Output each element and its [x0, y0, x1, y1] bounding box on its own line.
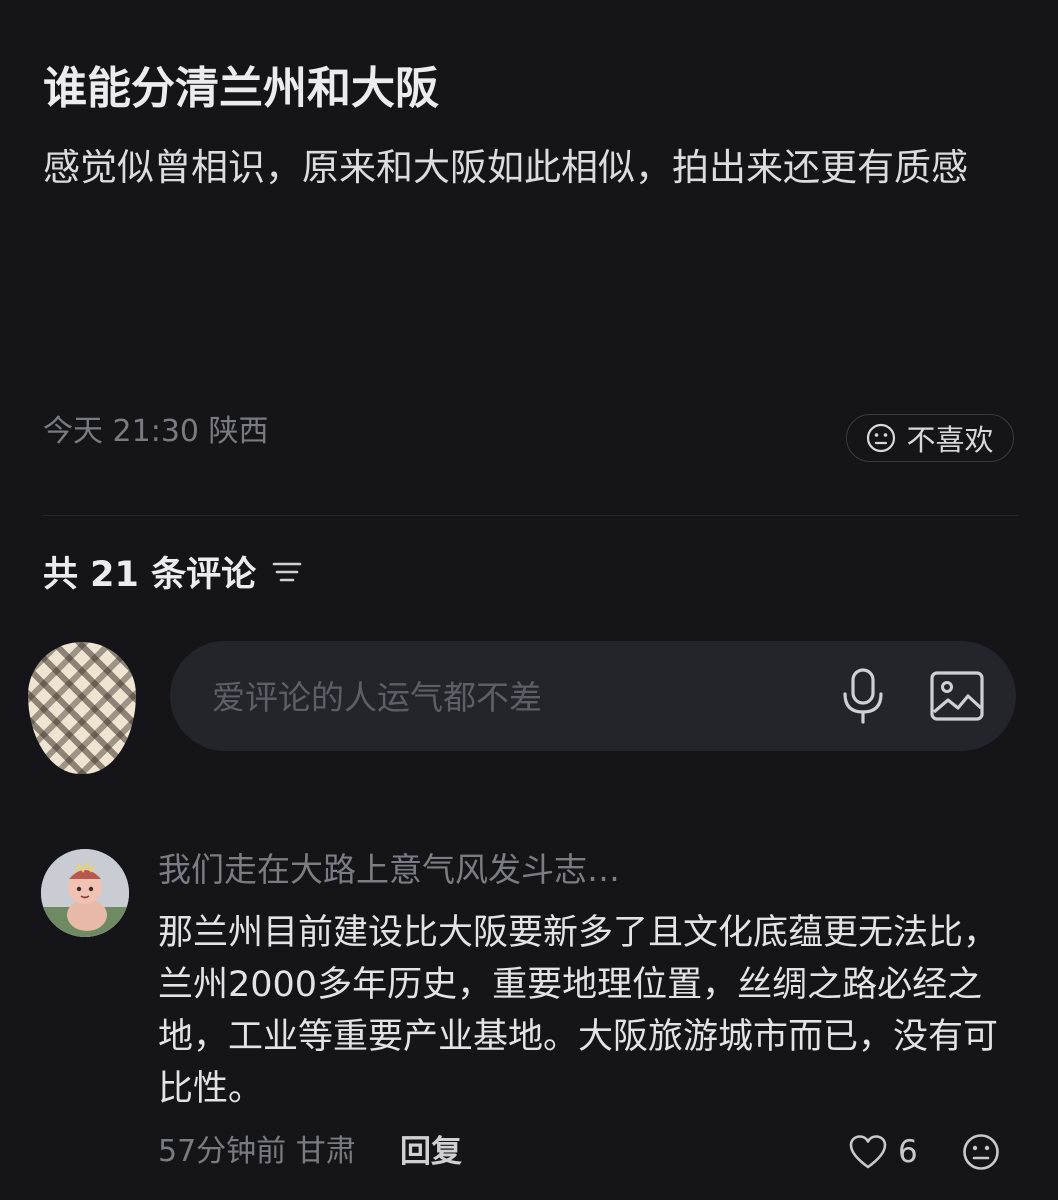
post-body: 感觉似曾相识，原来和大阪如此相似，拍出来还更有质感 [43, 146, 968, 189]
comment-input[interactable] [210, 671, 814, 723]
sort-lines-icon[interactable] [272, 559, 302, 585]
like-count: 6 [898, 1134, 918, 1170]
post-meta: 今天 21:30 陕西 [43, 414, 269, 449]
reply-button[interactable]: 回复 [400, 1131, 462, 1173]
neutral-face-icon [963, 1134, 999, 1170]
like-button[interactable]: 6 [848, 1130, 918, 1174]
image-upload-button[interactable] [928, 668, 986, 724]
voice-input-button[interactable] [838, 666, 888, 726]
image-icon [930, 671, 984, 721]
comment-dislike-button[interactable] [961, 1132, 1001, 1172]
dislike-button[interactable]: 不喜欢 [846, 414, 1014, 462]
dislike-label: 不喜欢 [906, 423, 994, 457]
heart-icon [849, 1135, 887, 1169]
comment-composer [170, 641, 1016, 751]
commenter-name[interactable]: 我们走在大路上意气风发斗志… [158, 848, 620, 892]
comment-count: 共 21 条评论 [43, 555, 257, 595]
post-title: 谁能分清兰州和大阪 [43, 63, 439, 114]
commenter-avatar-image [41, 849, 129, 937]
comment-meta: 57分钟前 甘肃 [158, 1134, 356, 1169]
comment-text: 那兰州目前建设比大阪要新多了且文化底蕴更无法比，兰州2000多年历史，重要地理位… [158, 913, 999, 1109]
mic-icon [843, 668, 883, 724]
neutral-face-icon [867, 423, 896, 453]
commenter-avatar[interactable] [41, 849, 129, 937]
my-avatar[interactable] [28, 642, 136, 774]
comments-header: 共 21 条评论 [43, 546, 302, 597]
divider [43, 515, 1018, 516]
